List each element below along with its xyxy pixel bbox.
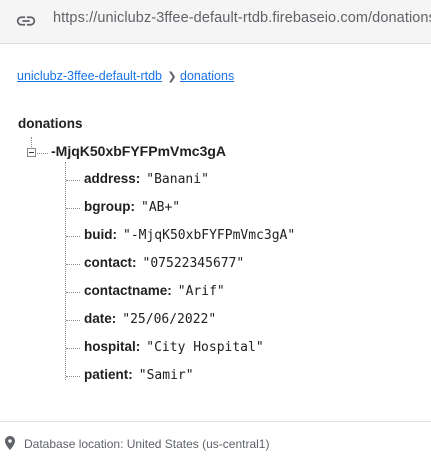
field-separator: : [128, 367, 133, 382]
field-row[interactable]: address: "Banani" [84, 171, 209, 191]
field-row[interactable]: date: "25/06/2022" [84, 311, 216, 331]
location-pin-icon [5, 436, 15, 450]
field-value[interactable]: "Banani" [146, 172, 209, 187]
field-key: patient [84, 367, 129, 382]
footer: Database location: United States (us-cen… [0, 421, 431, 464]
field-value[interactable]: "-MjqK50xbFYFPmVmc3gA" [123, 228, 295, 243]
field-separator: : [135, 339, 141, 354]
tree-connector [66, 264, 80, 265]
tree-connector [66, 236, 80, 237]
field-key: date [84, 311, 112, 326]
collapse-toggle-icon[interactable] [27, 148, 36, 157]
database-location: Database location: United States (us-cen… [24, 437, 270, 451]
database-url[interactable]: https://uniclubz-3ffee-default-rtdb.fire… [53, 10, 431, 26]
field-row[interactable]: buid: "-MjqK50xbFYFPmVmc3gA" [84, 227, 295, 247]
field-value[interactable]: "Samir" [139, 368, 194, 383]
tree-root-label: donations [18, 116, 83, 131]
tree-connector [66, 292, 80, 293]
field-separator: : [135, 171, 141, 186]
tree-connector [31, 137, 32, 147]
link-icon[interactable] [15, 10, 37, 32]
field-row[interactable]: contact: "07522345677" [84, 255, 244, 275]
tree-connector [66, 208, 80, 209]
field-value[interactable]: "25/06/2022" [122, 312, 216, 327]
chevron-right-icon: ❯ [167, 71, 177, 83]
field-separator: : [130, 199, 136, 214]
breadcrumb: uniclubz-3ffee-default-rtdb ❯ donations [17, 69, 234, 83]
field-row[interactable]: bgroup: "AB+" [84, 199, 180, 219]
field-key: contactname [84, 283, 168, 298]
tree-node-key[interactable]: -MjqK50xbFYFPmVmc3gA [51, 143, 226, 159]
field-key: hospital [84, 339, 136, 354]
tree-connector [37, 153, 48, 154]
field-separator: : [167, 283, 172, 298]
tree-connector [66, 376, 80, 377]
field-key: bgroup [84, 199, 131, 214]
field-separator: : [111, 311, 117, 326]
field-row[interactable]: patient: "Samir" [84, 367, 194, 387]
breadcrumb-item-donations[interactable]: donations [180, 69, 234, 83]
tree-connector [66, 320, 80, 321]
field-key: address [84, 171, 136, 186]
field-key: contact [84, 255, 133, 270]
field-value[interactable]: "Arif" [178, 284, 225, 299]
url-bar: https://uniclubz-3ffee-default-rtdb.fire… [0, 0, 431, 44]
field-value[interactable]: "07522345677" [143, 256, 245, 271]
field-key: buid [84, 227, 113, 242]
tree-connector [66, 180, 80, 181]
field-separator: : [112, 227, 118, 242]
breadcrumb-item-root[interactable]: uniclubz-3ffee-default-rtdb [17, 69, 162, 83]
field-row[interactable]: contactname: "Arif" [84, 283, 225, 303]
field-row[interactable]: hospital: "City Hospital" [84, 339, 264, 359]
field-separator: : [132, 255, 137, 270]
field-value[interactable]: "AB+" [141, 200, 180, 215]
tree-connector [66, 348, 80, 349]
field-value[interactable]: "City Hospital" [146, 340, 263, 355]
